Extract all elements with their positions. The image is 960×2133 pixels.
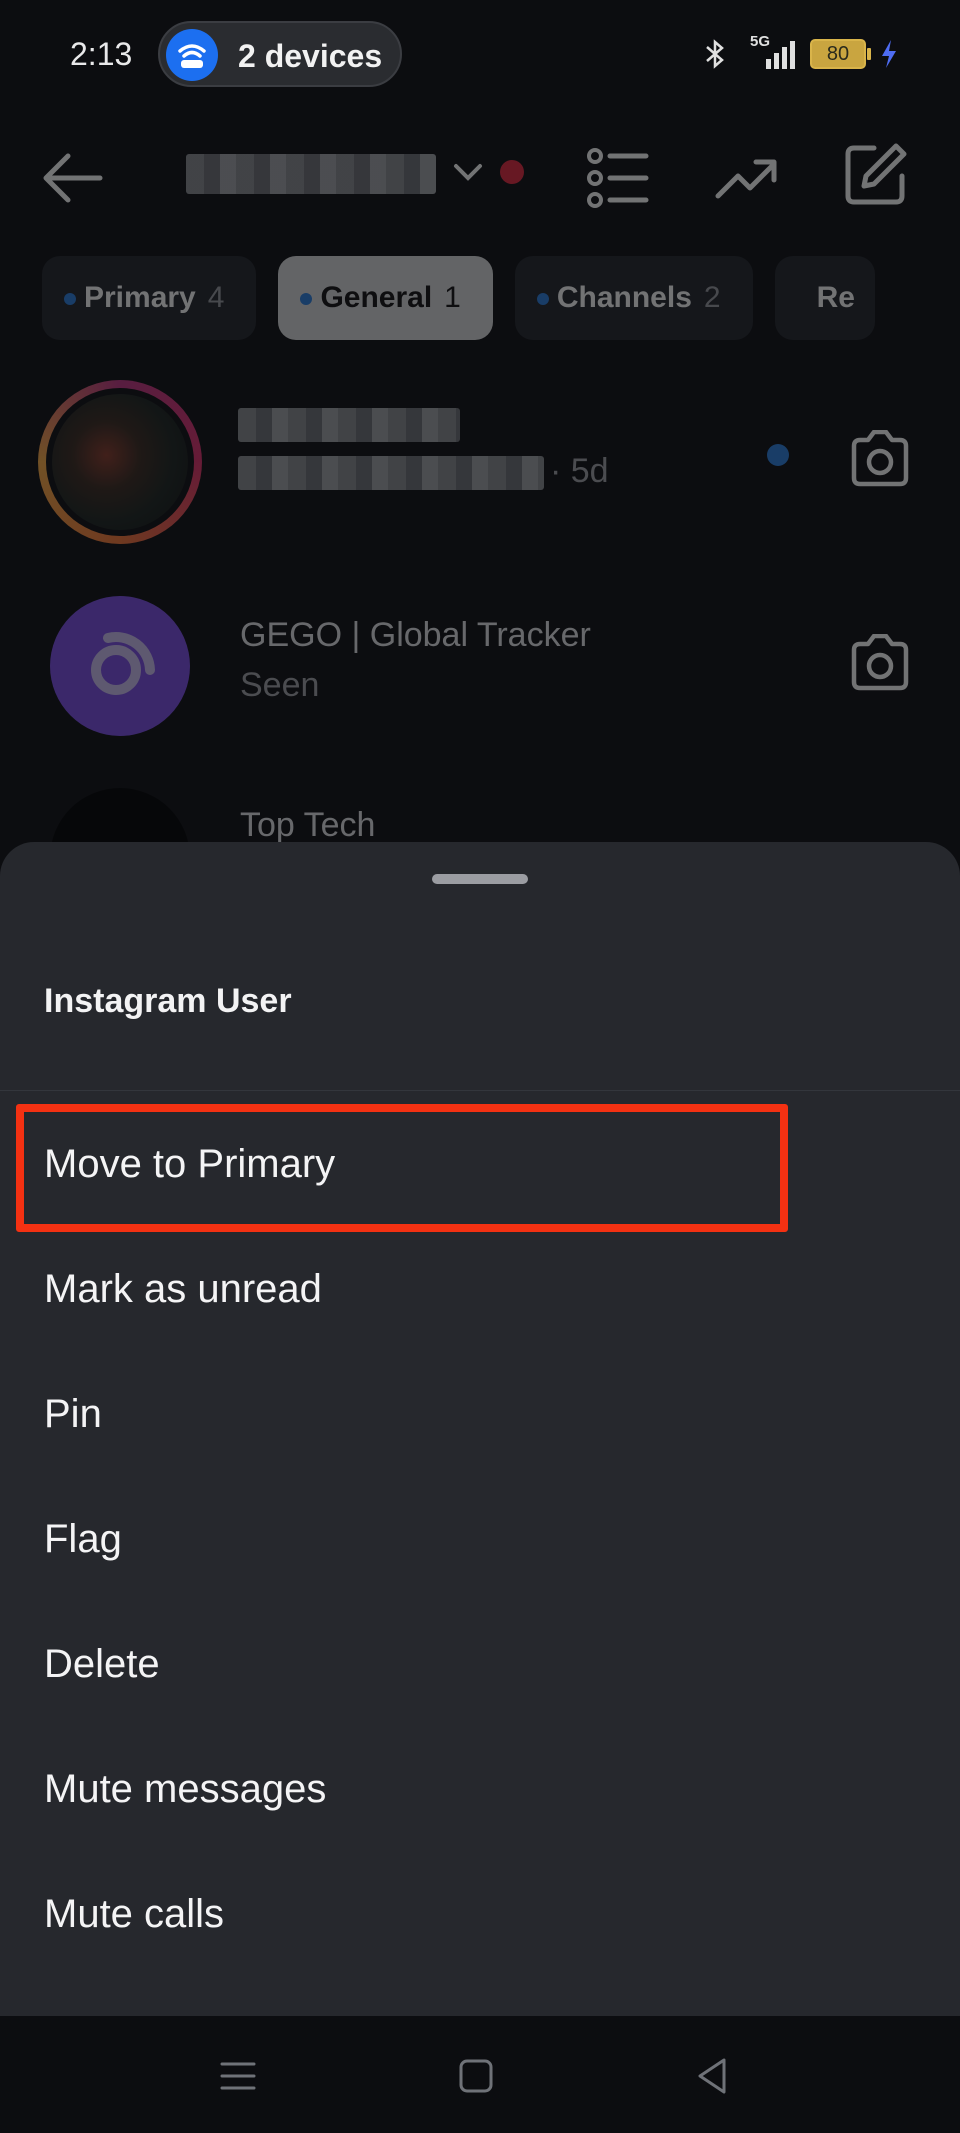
compose-icon[interactable] [842, 142, 908, 208]
message-preview-redacted [238, 456, 544, 490]
conversation-time: · 5d [550, 452, 609, 490]
status-time: 2:13 [70, 36, 133, 72]
account-name-redacted[interactable] [186, 154, 436, 194]
tab-primary[interactable]: Primary 4 [42, 256, 257, 340]
top-app-bar [0, 110, 960, 250]
pin-button[interactable]: Pin [44, 1392, 102, 1437]
tab-channels[interactable]: Channels 2 [514, 256, 753, 340]
tab-label: General [320, 281, 433, 314]
menu-icon[interactable] [214, 2052, 262, 2100]
tab-count: 2 [703, 281, 721, 314]
mute-messages-button[interactable]: Mute messages [44, 1767, 326, 1812]
devices-pill[interactable]: 2 devices [158, 21, 402, 87]
tab-dot [536, 293, 549, 305]
move-to-primary-button[interactable]: Move to Primary [44, 1142, 335, 1187]
tab-label: Re [816, 281, 855, 314]
conversation-title: GEGO | Global Tracker [240, 616, 591, 654]
status-icons: 5G 80 [704, 33, 898, 74]
inbox-tabs: Primary 4 General 1 Channels 2 Re [42, 256, 875, 340]
bluetooth-icon [706, 39, 724, 69]
flag-button[interactable]: Flag [44, 1517, 122, 1562]
avatar [50, 596, 190, 736]
contact-name-redacted [238, 408, 460, 442]
avatar [38, 380, 202, 544]
network-type: 5G [750, 33, 771, 50]
chevron-down-icon[interactable] [452, 160, 484, 184]
tab-general[interactable]: General 1 [278, 256, 493, 340]
conversation-row[interactable]: · 5d [0, 372, 960, 544]
devices-label: 2 devices [238, 38, 383, 74]
tab-dot [64, 293, 76, 305]
conversation-status: Seen [240, 666, 320, 704]
charging-icon [882, 40, 896, 68]
battery-icon: 80 [810, 39, 871, 69]
tab-label: Channels [556, 281, 692, 314]
tab-dot [300, 293, 313, 305]
camera-icon[interactable] [848, 430, 912, 488]
gego-logo-icon [91, 632, 155, 695]
options-bottom-sheet: Instagram User Move to Primary Mark as u… [0, 842, 960, 2016]
sheet-title: Instagram User [44, 982, 292, 1020]
tab-label: Primary [84, 281, 196, 314]
unread-indicator [767, 444, 789, 466]
hotspot-icon [166, 29, 218, 81]
conversation-title: Top Tech [240, 806, 376, 844]
tab-requests[interactable]: Re [774, 256, 875, 340]
mute-calls-button[interactable]: Mute calls [44, 1892, 224, 1937]
unread-dot [500, 160, 524, 184]
mark-as-unread-button[interactable]: Mark as unread [44, 1267, 322, 1312]
tab-count: 1 [444, 281, 461, 314]
camera-icon[interactable] [848, 634, 912, 692]
list-icon[interactable] [586, 146, 650, 210]
status-bar: 2:13 2 devices 5G 80 [0, 0, 960, 110]
signal-icon: 5G [740, 33, 796, 71]
back-arrow-icon[interactable] [40, 150, 104, 206]
back-icon[interactable] [688, 2052, 736, 2100]
tab-count: 4 [207, 281, 225, 314]
delete-button[interactable]: Delete [44, 1642, 160, 1687]
sheet-drag-handle[interactable] [432, 874, 528, 884]
conversation-row[interactable]: GEGO | Global Tracker Seen [0, 576, 960, 746]
trending-icon[interactable] [714, 150, 778, 206]
divider [0, 1090, 960, 1091]
home-icon[interactable] [452, 2052, 500, 2100]
system-nav-bar [0, 2016, 960, 2133]
inbox-background: Primary 4 General 1 Channels 2 Re · 5d G… [0, 110, 960, 928]
